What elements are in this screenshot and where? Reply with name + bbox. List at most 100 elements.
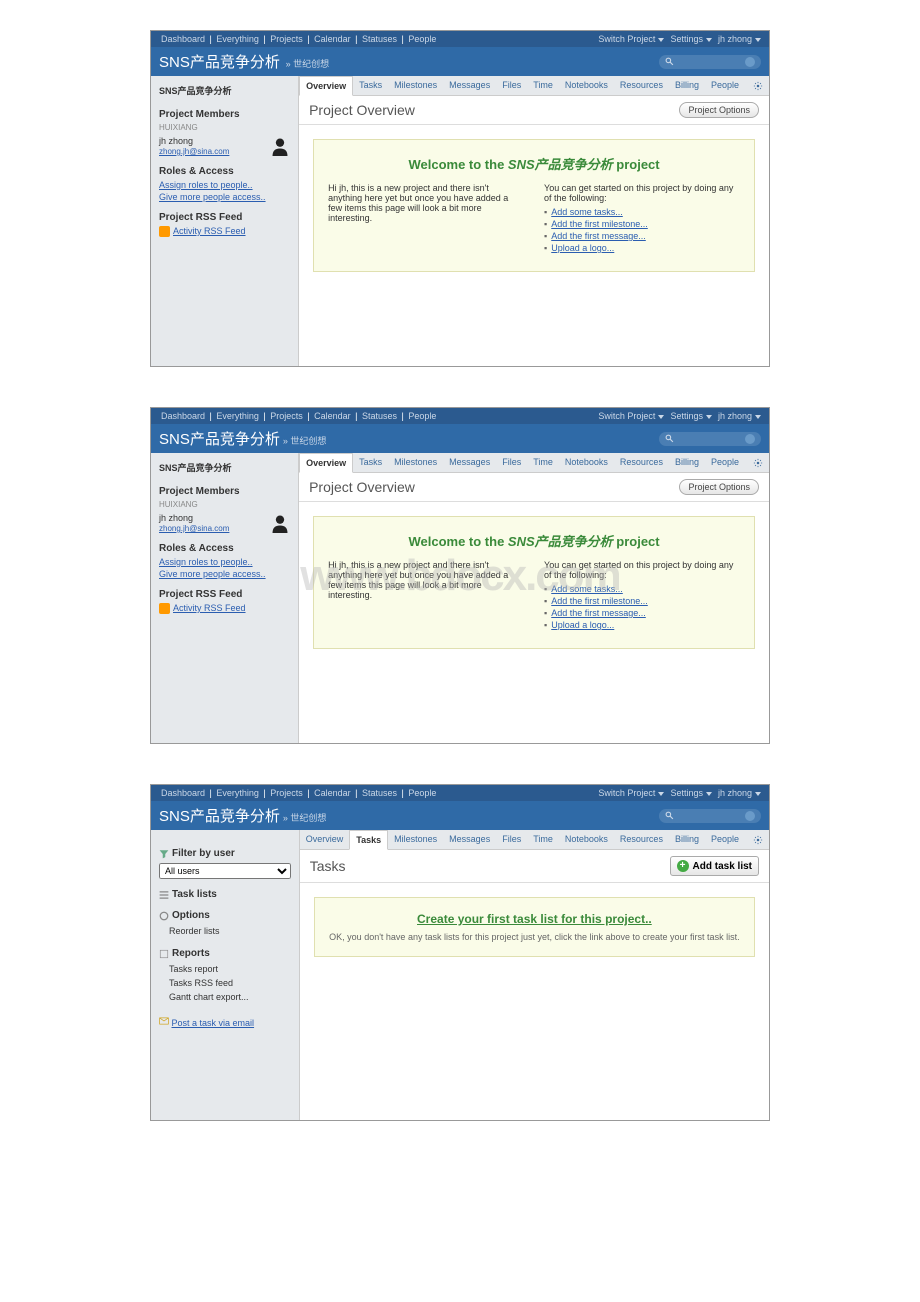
action-add-milestone[interactable]: Add the first milestone...: [551, 596, 648, 606]
nav-people[interactable]: People: [408, 788, 436, 798]
tab-notebooks[interactable]: Notebooks: [559, 453, 614, 472]
settings-menu[interactable]: Settings: [670, 788, 712, 798]
tab-billing[interactable]: Billing: [669, 76, 705, 95]
tab-tasks[interactable]: Tasks: [353, 76, 388, 95]
screenshot-tasks: Dashboard | Everything | Projects | Cale…: [150, 784, 770, 1121]
nav-statuses[interactable]: Statuses: [362, 411, 397, 421]
tasks-rss-link[interactable]: Tasks RSS feed: [159, 976, 291, 990]
sidebar-project-name: SNS产品竞争分析: [159, 84, 290, 97]
nav-projects[interactable]: Projects: [270, 788, 303, 798]
assign-roles-link[interactable]: Assign roles to people..: [159, 180, 290, 190]
tab-messages[interactable]: Messages: [443, 830, 496, 849]
tab-files[interactable]: Files: [496, 76, 527, 95]
tab-resources[interactable]: Resources: [614, 76, 669, 95]
tab-milestones[interactable]: Milestones: [388, 830, 443, 849]
action-add-tasks[interactable]: Add some tasks...: [551, 207, 623, 217]
nav-calendar[interactable]: Calendar: [314, 34, 351, 44]
settings-menu[interactable]: Settings: [670, 411, 712, 421]
project-options-button[interactable]: Project Options: [679, 479, 759, 495]
search-input[interactable]: [659, 809, 761, 823]
action-upload-logo[interactable]: Upload a logo...: [551, 620, 614, 630]
tab-tasks[interactable]: Tasks: [349, 830, 388, 850]
tab-resources[interactable]: Resources: [614, 453, 669, 472]
nav-calendar[interactable]: Calendar: [314, 411, 351, 421]
gantt-export-link[interactable]: Gantt chart export...: [159, 990, 291, 1004]
search-go-icon[interactable]: [745, 811, 755, 821]
search-go-icon[interactable]: [745, 57, 755, 67]
tab-messages[interactable]: Messages: [443, 76, 496, 95]
tab-notebooks[interactable]: Notebooks: [559, 76, 614, 95]
settings-menu[interactable]: Settings: [670, 34, 712, 44]
action-add-message[interactable]: Add the first message...: [551, 231, 646, 241]
members-heading: Project Members: [159, 109, 290, 120]
tab-files[interactable]: Files: [496, 453, 527, 472]
user-menu[interactable]: jh zhong: [718, 34, 761, 44]
nav-statuses[interactable]: Statuses: [362, 788, 397, 798]
switch-project[interactable]: Switch Project: [598, 34, 664, 44]
search-input[interactable]: [659, 432, 761, 446]
action-add-tasks[interactable]: Add some tasks...: [551, 584, 623, 594]
action-add-milestone[interactable]: Add the first milestone...: [551, 219, 648, 229]
nav-people[interactable]: People: [408, 34, 436, 44]
tab-overview[interactable]: Overview: [300, 830, 350, 849]
activity-rss-link[interactable]: Activity RSS Feed: [173, 226, 246, 236]
tab-tasks[interactable]: Tasks: [353, 453, 388, 472]
mail-icon: [159, 1016, 169, 1026]
add-task-list-button[interactable]: +Add task list: [670, 856, 759, 876]
gear-icon: [753, 835, 763, 845]
tab-people[interactable]: People: [705, 830, 745, 849]
tab-overview[interactable]: Overview: [299, 76, 353, 96]
reorder-lists-link[interactable]: Reorder lists: [159, 924, 291, 938]
project-subtitle: » 世纪创想: [286, 59, 330, 69]
member-email[interactable]: zhong.jh@sina.com: [159, 147, 229, 156]
tab-time[interactable]: Time: [527, 453, 559, 472]
project-options-button[interactable]: Project Options: [679, 102, 759, 118]
tab-milestones[interactable]: Milestones: [388, 453, 443, 472]
nav-everything[interactable]: Everything: [216, 411, 259, 421]
user-menu[interactable]: jh zhong: [718, 788, 761, 798]
nav-dashboard[interactable]: Dashboard: [161, 411, 205, 421]
tasks-report-link[interactable]: Tasks report: [159, 962, 291, 976]
switch-project[interactable]: Switch Project: [598, 788, 664, 798]
tab-people[interactable]: People: [705, 76, 745, 95]
list-icon: [159, 890, 169, 900]
title-bar: SNS产品竞争分析 » 世纪创想: [151, 47, 769, 76]
tab-settings[interactable]: [747, 453, 769, 472]
nav-everything[interactable]: Everything: [216, 788, 259, 798]
tab-settings[interactable]: [747, 76, 769, 95]
search-icon: [665, 57, 674, 66]
tab-overview[interactable]: Overview: [299, 453, 353, 473]
filter-user-select[interactable]: All users: [159, 863, 291, 879]
tab-time[interactable]: Time: [527, 830, 559, 849]
tab-milestones[interactable]: Milestones: [388, 76, 443, 95]
tab-files[interactable]: Files: [496, 830, 527, 849]
switch-project[interactable]: Switch Project: [598, 411, 664, 421]
tab-notebooks[interactable]: Notebooks: [559, 830, 614, 849]
avatar-icon: [270, 136, 290, 156]
create-first-task-list-link[interactable]: Create your first task list for this pro…: [417, 912, 652, 926]
tab-billing[interactable]: Billing: [669, 453, 705, 472]
tab-messages[interactable]: Messages: [443, 453, 496, 472]
create-first-desc: OK, you don't have any task lists for th…: [329, 932, 740, 942]
nav-projects[interactable]: Projects: [270, 34, 303, 44]
search-input[interactable]: [659, 55, 761, 69]
action-add-message[interactable]: Add the first message...: [551, 608, 646, 618]
user-menu[interactable]: jh zhong: [718, 411, 761, 421]
nav-statuses[interactable]: Statuses: [362, 34, 397, 44]
tab-billing[interactable]: Billing: [669, 830, 705, 849]
tab-settings[interactable]: [747, 830, 769, 849]
search-go-icon[interactable]: [745, 434, 755, 444]
nav-dashboard[interactable]: Dashboard: [161, 34, 205, 44]
tab-resources[interactable]: Resources: [614, 830, 669, 849]
nav-projects[interactable]: Projects: [270, 411, 303, 421]
give-access-link[interactable]: Give more people access..: [159, 192, 290, 202]
action-upload-logo[interactable]: Upload a logo...: [551, 243, 614, 253]
nav-calendar[interactable]: Calendar: [314, 788, 351, 798]
nav-everything[interactable]: Everything: [216, 34, 259, 44]
tab-time[interactable]: Time: [527, 76, 559, 95]
tab-people[interactable]: People: [705, 453, 745, 472]
nav-dashboard[interactable]: Dashboard: [161, 788, 205, 798]
post-task-email-link[interactable]: Post a task via email: [172, 1018, 255, 1028]
nav-people[interactable]: People: [408, 411, 436, 421]
welcome-box: Welcome to the SNS产品竞争分析 project Hi jh, …: [313, 139, 755, 272]
